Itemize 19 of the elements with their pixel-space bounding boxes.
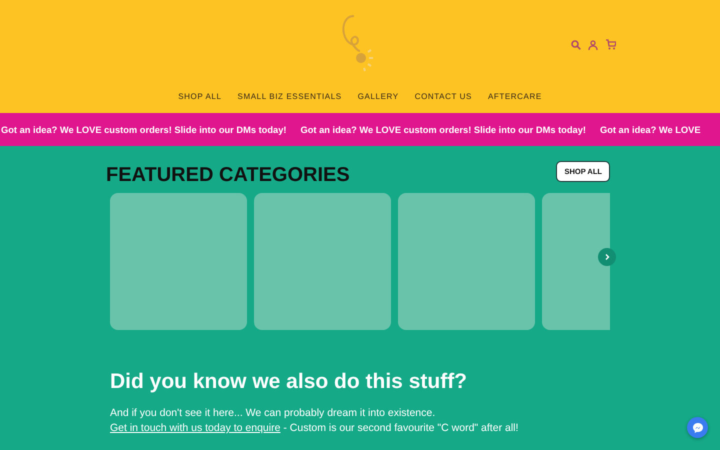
chevron-right-icon: [603, 253, 611, 261]
info-text: Get in touch with us today to enquire - Custom is our second favourite "C word" after all!: [110, 421, 518, 436]
announcement-text: Got an idea? We LOVE: [600, 124, 701, 134]
cart-icon[interactable]: [605, 39, 616, 50]
messenger-icon: [692, 422, 704, 434]
account-icon[interactable]: [588, 40, 598, 50]
nav-link[interactable]: SMALL BIZ ESSENTIALS: [238, 92, 342, 101]
info-text: And if you don't see it here... We can probably dream it into existence.: [110, 406, 436, 421]
next-button[interactable]: [598, 248, 616, 266]
nav-link[interactable]: AFTERCARE: [488, 92, 542, 101]
search-icon[interactable]: [571, 40, 581, 50]
nav-link[interactable]: CONTACT US: [414, 92, 472, 101]
announcement-text: Got an idea? We LOVE custom orders! Slide into our DMs today!: [1, 124, 286, 134]
nav-link[interactable]: SHOP ALL: [178, 92, 222, 101]
nav-link[interactable]: GALLERY: [358, 92, 399, 101]
info-heading: Did you know we also do this stuff?: [110, 370, 468, 394]
announcement-text: Got an idea? We LOVE custom orders! Slide into our DMs today!: [300, 124, 586, 134]
chat-button[interactable]: [687, 417, 708, 438]
section-title: FEATURED CATEGORIES: [106, 164, 350, 187]
